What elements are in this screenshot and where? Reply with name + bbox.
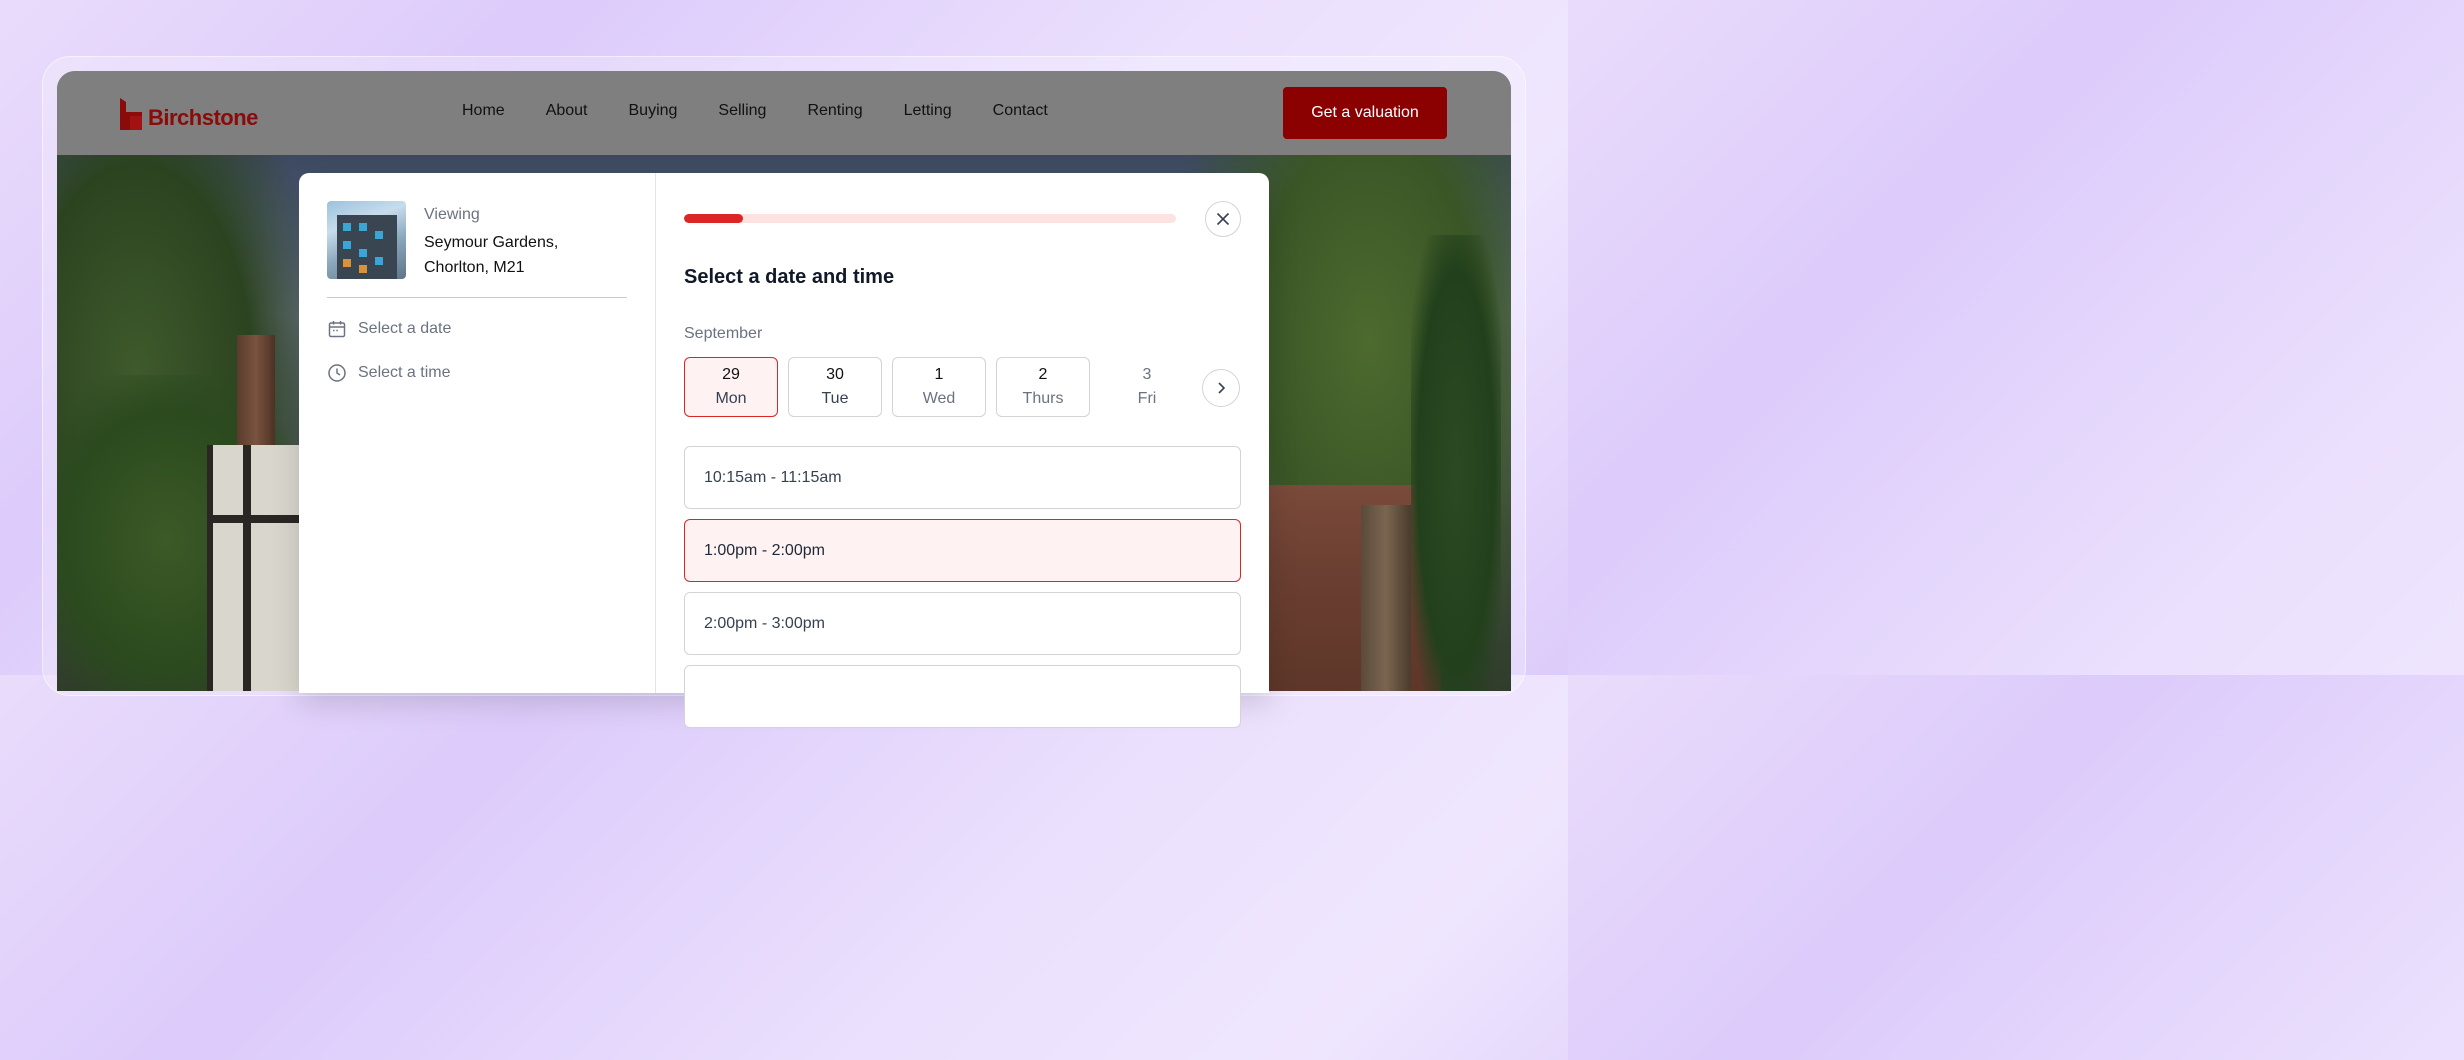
date-number: 30 <box>826 366 844 383</box>
nav-selling[interactable]: Selling <box>718 102 766 120</box>
get-valuation-button[interactable]: Get a valuation <box>1283 87 1447 139</box>
window <box>359 265 367 273</box>
hero-tree-trunk <box>1361 505 1411 691</box>
date-number: 1 <box>934 366 944 383</box>
panel-title: Select a date and time <box>684 266 895 288</box>
window <box>359 249 367 257</box>
brand-logo[interactable]: Birchstone <box>120 96 258 130</box>
window <box>343 259 351 267</box>
time-slot[interactable]: 2:00pm - 3:00pm <box>684 592 1241 655</box>
date-weekday: Fri <box>1137 390 1157 407</box>
address-line-2: Chorlton, M21 <box>424 259 525 276</box>
booking-modal: Viewing Seymour Gardens, Chorlton, M21 S… <box>299 173 1269 728</box>
nav-renting[interactable]: Renting <box>807 102 862 120</box>
date-number: 3 <box>1142 366 1152 383</box>
date-weekday: Mon <box>715 390 747 407</box>
booking-progress-bar <box>684 214 1176 223</box>
nav-home[interactable]: Home <box>462 102 505 120</box>
nav-about[interactable]: About <box>546 102 588 120</box>
chevron-right-icon <box>1218 382 1226 394</box>
date-option-2[interactable]: 2 Thurs <box>996 357 1090 417</box>
time-slot[interactable]: 10:15am - 11:15am <box>684 446 1241 509</box>
calendar-icon <box>328 321 346 338</box>
date-weekday: Wed <box>922 390 956 407</box>
date-weekday: Tue <box>821 390 849 407</box>
main-nav: Home About Buying Selling Renting Lettin… <box>462 102 1089 120</box>
step-select-time: Select a time <box>327 363 450 383</box>
property-thumbnail <box>327 201 406 279</box>
step-label: Select a time <box>358 364 451 381</box>
hero-cypress <box>1411 235 1501 691</box>
address-line-1: Seymour Gardens, <box>424 234 559 251</box>
hero-beam <box>243 445 251 691</box>
window <box>343 223 351 231</box>
booking-summary-panel: Viewing Seymour Gardens, Chorlton, M21 S… <box>299 173 656 693</box>
step-select-date: Select a date <box>327 319 451 339</box>
viewing-label: Viewing <box>424 206 480 223</box>
window <box>359 223 367 231</box>
date-weekday: Thurs <box>1022 390 1064 407</box>
date-option-3: 3 Fri <box>1100 357 1194 417</box>
summary-divider <box>327 297 627 298</box>
nav-buying[interactable]: Buying <box>629 102 678 120</box>
nav-contact[interactable]: Contact <box>993 102 1048 120</box>
property-address: Seymour Gardens, Chorlton, M21 <box>424 230 624 280</box>
clock-icon <box>328 364 346 382</box>
date-number: 29 <box>722 366 740 383</box>
nav-letting[interactable]: Letting <box>904 102 952 120</box>
step-label: Select a date <box>358 320 452 337</box>
date-number: 2 <box>1038 366 1048 383</box>
time-slot-selected[interactable]: 1:00pm - 2:00pm <box>684 519 1241 582</box>
date-picker: 29 Mon 30 Tue 1 Wed 2 Thurs 3 Fri <box>684 357 1204 417</box>
time-slot-partial[interactable] <box>684 665 1241 728</box>
month-label: September <box>684 325 763 342</box>
next-dates-button[interactable] <box>1202 369 1240 407</box>
window <box>375 231 383 239</box>
date-option-1[interactable]: 1 Wed <box>892 357 986 417</box>
booking-form-panel: Select a date and time September 29 Mon … <box>656 173 1269 728</box>
booking-progress-fill <box>684 214 744 223</box>
birchstone-logo-icon <box>120 98 142 130</box>
brand-name: Birchstone <box>148 105 258 130</box>
site-header: Birchstone Home About Buying Selling Ren… <box>57 71 1511 155</box>
date-option-30[interactable]: 30 Tue <box>788 357 882 417</box>
window <box>343 241 351 249</box>
close-button[interactable] <box>1205 201 1241 237</box>
close-icon <box>1216 212 1230 226</box>
date-option-29[interactable]: 29 Mon <box>684 357 778 417</box>
window <box>375 257 383 265</box>
